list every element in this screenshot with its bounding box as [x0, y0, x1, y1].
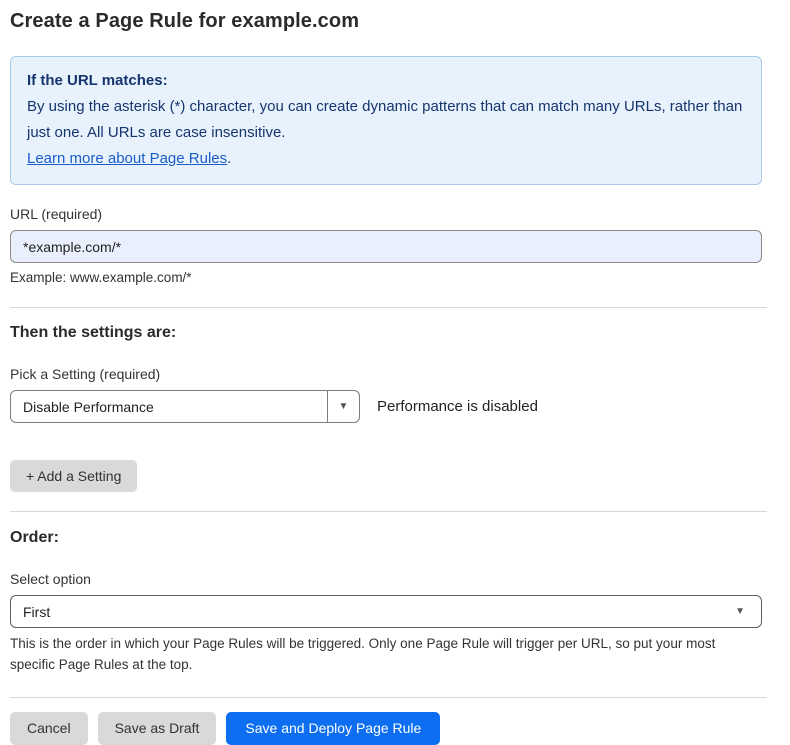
cancel-button[interactable]: Cancel — [10, 712, 88, 745]
setting-select-dropdown[interactable]: Disable Performance ▼ — [10, 390, 360, 423]
section-divider — [10, 307, 767, 308]
setting-select-value: Disable Performance — [11, 391, 327, 422]
setting-status-text: Performance is disabled — [377, 398, 538, 415]
link-suffix: . — [227, 150, 231, 167]
url-input[interactable] — [10, 230, 762, 263]
section-divider — [10, 511, 767, 512]
footer-divider — [10, 697, 767, 698]
save-as-draft-button[interactable]: Save as Draft — [98, 712, 217, 745]
caret-down-icon: ▼ — [339, 402, 349, 412]
page-title: Create a Page Rule for example.com — [10, 10, 762, 33]
setting-picker-label: Pick a Setting (required) — [10, 366, 762, 382]
save-and-deploy-button[interactable]: Save and Deploy Page Rule — [226, 712, 440, 745]
create-page-rule-form: Create a Page Rule for example.com If th… — [0, 0, 790, 745]
learn-more-link[interactable]: Learn more about Page Rules — [27, 150, 227, 167]
footer-actions: Cancel Save as Draft Save and Deploy Pag… — [10, 712, 762, 745]
setting-select-arrow-button[interactable]: ▼ — [327, 391, 359, 422]
info-box-heading: If the URL matches: — [27, 68, 745, 94]
order-select-value: First — [23, 604, 50, 620]
order-help-text: This is the order in which your Page Rul… — [10, 634, 762, 676]
url-field-label: URL (required) — [10, 206, 762, 222]
order-section-heading: Order: — [10, 529, 762, 547]
setting-picker-row: Disable Performance ▼ Performance is dis… — [10, 390, 762, 423]
order-select-dropdown[interactable]: First ▼ — [10, 595, 762, 628]
add-setting-button[interactable]: + Add a Setting — [10, 460, 137, 492]
caret-down-icon: ▼ — [735, 607, 745, 617]
url-matches-info-box: If the URL matches: By using the asteris… — [10, 56, 762, 185]
info-box-body: By using the asterisk (*) character, you… — [27, 98, 742, 141]
order-select-label: Select option — [10, 571, 762, 587]
url-example-hint: Example: www.example.com/* — [10, 270, 762, 285]
settings-section-heading: Then the settings are: — [10, 324, 762, 342]
